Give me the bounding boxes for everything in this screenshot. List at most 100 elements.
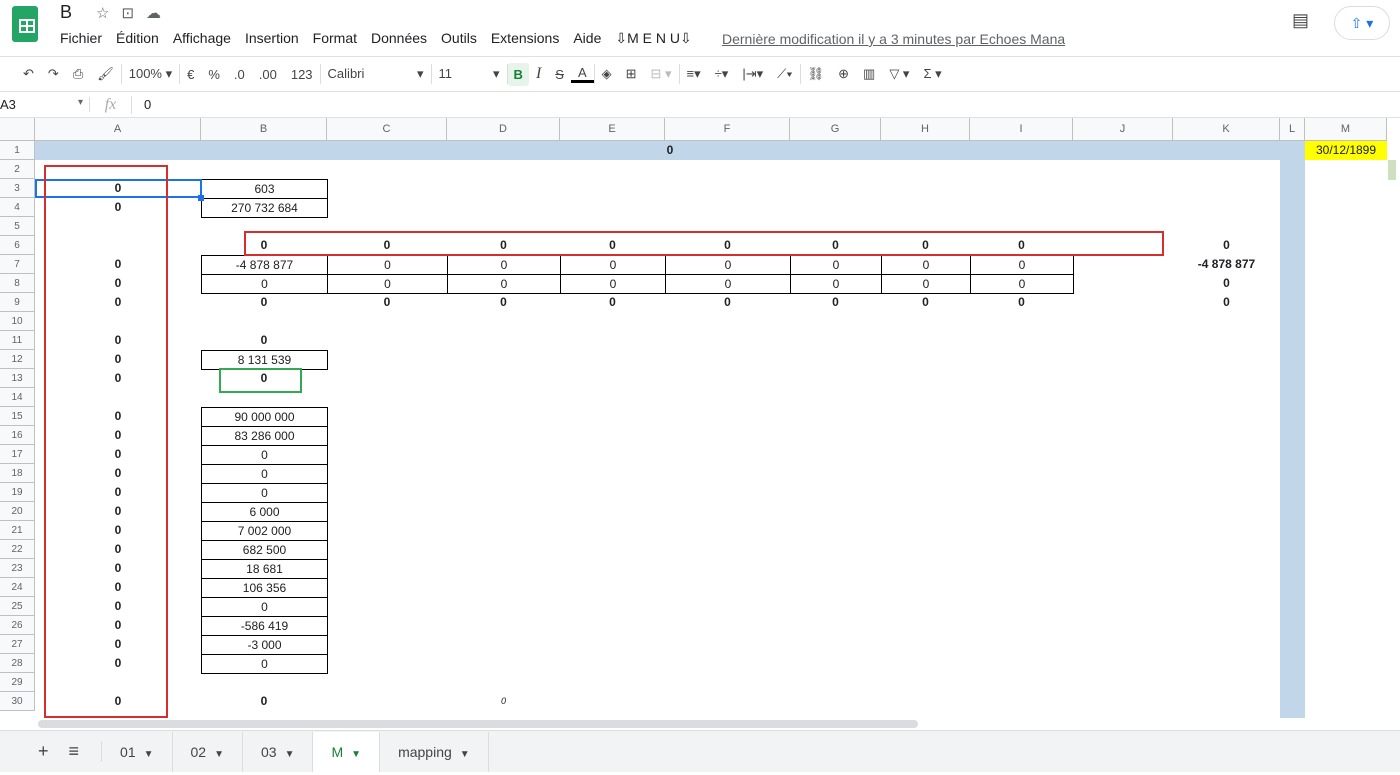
functions-icon[interactable]: Σ ▾ — [916, 66, 948, 82]
menu-item[interactable]: Outils — [441, 30, 477, 47]
redo-icon[interactable]: ↷ — [41, 66, 66, 82]
cell-b23[interactable]: 18 681 — [201, 559, 328, 579]
strikethrough-button[interactable]: S — [548, 67, 571, 82]
formula-input[interactable]: 0 — [132, 97, 151, 112]
cell-b26[interactable]: -586 419 — [201, 616, 328, 636]
column-header-l[interactable]: L — [1280, 118, 1305, 141]
text-wrap-icon[interactable]: |⇥▾ — [735, 66, 770, 82]
cell-b11[interactable]: 0 — [201, 331, 327, 350]
row-header[interactable]: 23 — [0, 559, 35, 578]
star-icon[interactable]: ☆ — [96, 4, 109, 22]
italic-button[interactable]: I — [529, 65, 548, 83]
move-folder-icon[interactable]: ⊡ — [121, 4, 134, 22]
row-header[interactable]: 4 — [0, 198, 35, 217]
text-color-button[interactable]: A — [570, 65, 594, 83]
row-header[interactable]: 9 — [0, 293, 35, 312]
chevron-down-icon[interactable]: ▼ — [285, 749, 295, 760]
cell-b17[interactable]: 0 — [201, 445, 328, 465]
row-header[interactable]: 7 — [0, 255, 35, 274]
cell-b24[interactable]: 106 356 — [201, 578, 328, 598]
row-header[interactable]: 14 — [0, 388, 35, 407]
cell-d8[interactable]: 0 — [447, 274, 561, 294]
borders-icon[interactable]: ⊞ — [619, 66, 644, 82]
row-header[interactable]: 12 — [0, 350, 35, 369]
menu-item[interactable]: Données — [371, 30, 427, 47]
cell-d9[interactable]: 0 — [447, 293, 560, 312]
cell-k7[interactable]: -4 878 877 — [1173, 255, 1280, 274]
cell-b18[interactable]: 0 — [201, 464, 328, 484]
cell-k8[interactable]: 0 — [1173, 274, 1280, 293]
cell-b12[interactable]: 8 131 539 — [201, 350, 328, 370]
increase-decimal-button[interactable]: .00 — [252, 67, 284, 82]
cell-k9[interactable]: 0 — [1173, 293, 1280, 312]
row-header[interactable]: 30 — [0, 692, 35, 711]
row-header[interactable]: 26 — [0, 616, 35, 635]
column-header-d[interactable]: D — [447, 118, 560, 141]
number-format-button[interactable]: 123 — [284, 67, 320, 82]
corner-select-all[interactable] — [0, 118, 35, 141]
cell-h8[interactable]: 0 — [881, 274, 971, 294]
add-sheet-button[interactable]: + — [0, 741, 59, 762]
menu-item[interactable]: Extensions — [491, 30, 559, 47]
menu-item[interactable]: Format — [313, 30, 357, 47]
last-modified-link[interactable]: Dernière modification il y a 3 minutes p… — [722, 31, 1065, 47]
paint-format-icon[interactable]: 🖌 — [90, 66, 121, 82]
row-header[interactable]: 10 — [0, 312, 35, 331]
menu-item[interactable]: Édition — [116, 30, 159, 47]
currency-button[interactable]: € — [180, 67, 201, 82]
menu-item[interactable]: ⇩M E N U⇩ — [615, 30, 691, 47]
column-header-m[interactable]: M — [1305, 118, 1387, 141]
decrease-decimal-button[interactable]: .0 — [227, 67, 252, 82]
vertical-align-icon[interactable]: ÷▾ — [708, 66, 736, 82]
row-header[interactable]: 5 — [0, 217, 35, 236]
row-header[interactable]: 18 — [0, 464, 35, 483]
percent-button[interactable]: % — [201, 67, 227, 82]
cell-b27[interactable]: -3 000 — [201, 635, 328, 655]
undo-icon[interactable]: ↶ — [16, 66, 41, 82]
cell-b22[interactable]: 682 500 — [201, 540, 328, 560]
cell-b28[interactable]: 0 — [201, 654, 328, 674]
name-box[interactable]: A3 ▾ — [0, 97, 90, 112]
date-cell-m1[interactable]: 30/12/1899 — [1305, 141, 1387, 160]
row-header[interactable]: 1 — [0, 141, 35, 160]
cell-e8[interactable]: 0 — [560, 274, 666, 294]
cell-g7[interactable]: 0 — [790, 255, 882, 275]
cloud-status-icon[interactable]: ☁ — [146, 4, 161, 22]
link-icon[interactable]: ⛓ — [801, 66, 832, 82]
chevron-down-icon[interactable]: ▼ — [214, 749, 224, 760]
row-header[interactable]: 20 — [0, 502, 35, 521]
cell-b7[interactable]: -4 878 877 — [201, 255, 328, 275]
fill-handle[interactable] — [198, 195, 204, 201]
cell-d7[interactable]: 0 — [447, 255, 561, 275]
cell-b25[interactable]: 0 — [201, 597, 328, 617]
cell-g9[interactable]: 0 — [790, 293, 881, 312]
row-header[interactable]: 25 — [0, 597, 35, 616]
column-header-i[interactable]: I — [970, 118, 1073, 141]
row-header[interactable]: 11 — [0, 331, 35, 350]
cell-b8[interactable]: 0 — [201, 274, 328, 294]
row-header[interactable]: 13 — [0, 369, 35, 388]
row-header[interactable]: 6 — [0, 236, 35, 255]
row-header[interactable]: 28 — [0, 654, 35, 673]
cell-b16[interactable]: 83 286 000 — [201, 426, 328, 446]
text-rotation-icon[interactable]: ⟋▾ — [770, 66, 799, 82]
vertical-scrollbar[interactable] — [1388, 160, 1396, 180]
cell-i7[interactable]: 0 — [970, 255, 1074, 275]
cell-h9[interactable]: 0 — [881, 293, 970, 312]
column-header-a[interactable]: A — [35, 118, 201, 141]
row-header[interactable]: 3 — [0, 179, 35, 198]
menu-item[interactable]: Aide — [573, 30, 601, 47]
cell-f7[interactable]: 0 — [665, 255, 791, 275]
menu-item[interactable]: Affichage — [173, 30, 231, 47]
row-header[interactable]: 24 — [0, 578, 35, 597]
row-header[interactable]: 21 — [0, 521, 35, 540]
comments-icon[interactable]: ▤ — [1292, 10, 1309, 31]
sheet-tab-02[interactable]: 02 ▼ — [173, 731, 243, 772]
share-button[interactable]: ⇧ ▾ — [1334, 6, 1390, 40]
cell-c7[interactable]: 0 — [327, 255, 448, 275]
cell-b21[interactable]: 7 002 000 — [201, 521, 328, 541]
cell-b30[interactable]: 0 — [201, 692, 327, 711]
cell-e7[interactable]: 0 — [560, 255, 666, 275]
all-sheets-button[interactable]: ≡ — [59, 741, 103, 762]
print-icon[interactable]: ⎙ — [66, 66, 90, 82]
